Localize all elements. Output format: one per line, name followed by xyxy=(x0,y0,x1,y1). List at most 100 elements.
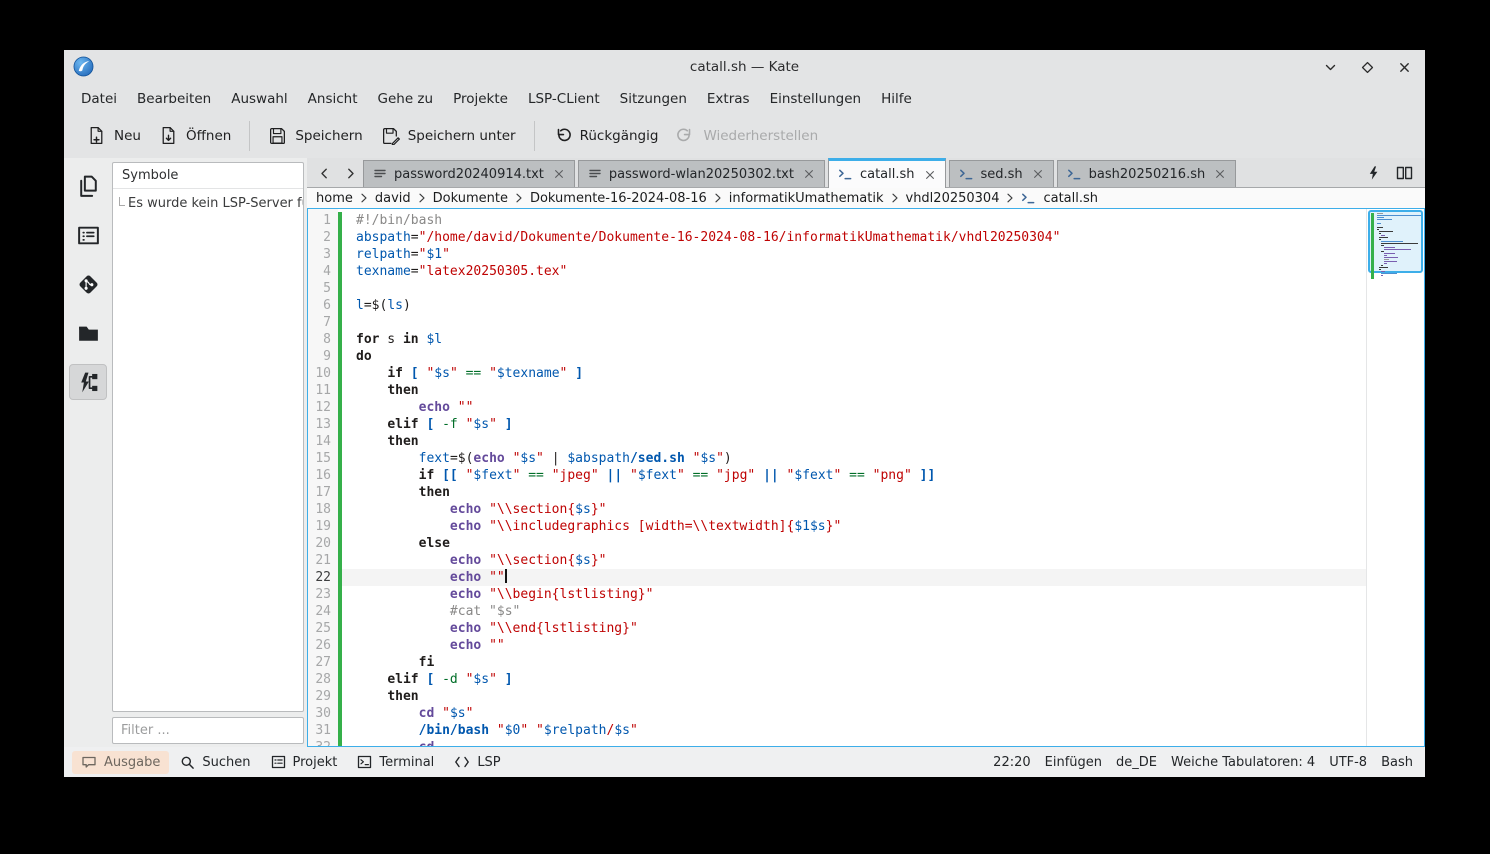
code-line-32[interactable]: cd xyxy=(342,739,1366,746)
code-line-31[interactable]: /bin/bash "$0" "$relpath/$s" xyxy=(342,722,1366,739)
code-line-6[interactable]: l=$(ls) xyxy=(342,297,1366,314)
code-line-28[interactable]: elif [ -d "$s" ] xyxy=(342,671,1366,688)
code-line-19[interactable]: echo "\\includegraphics [width=\\textwid… xyxy=(342,518,1366,535)
minimize-icon[interactable] xyxy=(1324,61,1337,74)
statusbar-tab-mode[interactable]: Weiche Tabulatoren: 4 xyxy=(1171,755,1315,770)
sidebar-tool-lsp-symbols-icon[interactable] xyxy=(69,364,107,400)
code-line-8[interactable]: for s in $l xyxy=(342,331,1366,348)
breadcrumb-item-catall-sh[interactable]: catall.sh xyxy=(1043,191,1098,206)
code-line-18[interactable]: echo "\\section{$s}" xyxy=(342,501,1366,518)
speichern-button[interactable]: Speichern xyxy=(259,120,371,151)
code-line-22[interactable]: echo "" xyxy=(342,569,1366,586)
code-line-14[interactable]: then xyxy=(342,433,1366,450)
breadcrumb-item-david[interactable]: david xyxy=(375,191,411,206)
menu-auswahl[interactable]: Auswahl xyxy=(221,87,297,111)
menu-lsp-client[interactable]: LSP-CLient xyxy=(518,87,610,111)
statusbar-dictionary[interactable]: de_DE xyxy=(1116,755,1157,770)
code-line-2[interactable]: abspath="/home/david/Dokumente/Dokumente… xyxy=(342,229,1366,246)
code-line-26[interactable]: echo "" xyxy=(342,637,1366,654)
speichern-unter-button[interactable]: Speichern unter xyxy=(372,120,525,151)
close-tab-icon[interactable] xyxy=(1032,168,1044,180)
code-line-3[interactable]: relpath="$1" xyxy=(342,246,1366,263)
tab-sed-sh[interactable]: sed.sh xyxy=(948,160,1054,187)
breadcrumb-item-vhdl20250304[interactable]: vhdl20250304 xyxy=(906,191,1000,206)
minimap-scrollbar[interactable] xyxy=(1366,209,1424,746)
quick-open-icon[interactable] xyxy=(1367,165,1380,181)
maximize-icon[interactable] xyxy=(1361,61,1374,74)
menu-projekte[interactable]: Projekte xyxy=(443,87,518,111)
tab-bash20250216-sh[interactable]: bash20250216.sh xyxy=(1056,160,1237,187)
code-line-21[interactable]: echo "\\section{$s}" xyxy=(342,552,1366,569)
statusbar-cursor-position[interactable]: 22:20 xyxy=(993,755,1030,770)
statusbar-view-terminal[interactable]: Terminal xyxy=(348,751,443,774)
menu-ansicht[interactable]: Ansicht xyxy=(298,87,368,111)
sidebar-tool-documents-icon[interactable] xyxy=(69,168,107,204)
toolbar-button-label: Rückgängig xyxy=(579,127,659,144)
line-number: 26 xyxy=(315,638,331,653)
breadcrumb-item-informatikumathematik[interactable]: informatikUmathematik xyxy=(729,191,884,206)
symbols-filter-input[interactable] xyxy=(112,717,304,744)
menu-extras[interactable]: Extras xyxy=(697,87,760,111)
code-line-5[interactable] xyxy=(342,280,1366,297)
code-line-12[interactable]: echo "" xyxy=(342,399,1366,416)
menu-datei[interactable]: Datei xyxy=(71,87,127,111)
menu-einstellungen[interactable]: Einstellungen xyxy=(760,87,872,111)
code-line-25[interactable]: echo "\\end{lstlisting}" xyxy=(342,620,1366,637)
statusbar-highlighting-mode[interactable]: Bash xyxy=(1381,755,1413,770)
code-line-10[interactable]: if [ "$s" == "$texname" ] xyxy=(342,365,1366,382)
close-icon[interactable] xyxy=(1398,61,1411,74)
code-line-20[interactable]: else xyxy=(342,535,1366,552)
statusbar-view-lsp[interactable]: LSP xyxy=(445,751,509,774)
titlebar: catall.sh — Kate xyxy=(64,50,1425,84)
code-line-29[interactable]: then xyxy=(342,688,1366,705)
code-line-9[interactable]: do xyxy=(342,348,1366,365)
code-line-16[interactable]: if [[ "$fext" == "jpeg" || "$fext" == "j… xyxy=(342,467,1366,484)
code-line-24[interactable]: #cat "$s" xyxy=(342,603,1366,620)
r-ckg-ngig-button[interactable]: Rückgängig xyxy=(544,120,668,151)
code-line-4[interactable]: texname="latex20250305.tex" xyxy=(342,263,1366,280)
statusbar-view-projekt[interactable]: Projekt xyxy=(262,751,347,774)
code-editor[interactable]: 1 2 3 4 5 6 7 8 9 10 11 12 13 14 15 16 17 18 19 20 21 22 23 24 2… xyxy=(307,208,1425,747)
tab-catall-sh[interactable]: catall.sh xyxy=(827,158,946,188)
menu-bearbeiten[interactable]: Bearbeiten xyxy=(127,87,221,111)
breadcrumb-item-dokumente-16-2024-08-16[interactable]: Dokumente-16-2024-08-16 xyxy=(530,191,707,206)
statusbar-view-ausgabe[interactable]: Ausgabe xyxy=(72,750,170,774)
code-line-17[interactable]: then xyxy=(342,484,1366,501)
ffnen-button[interactable]: Öffnen xyxy=(150,120,240,151)
code-pane[interactable]: #!/bin/bash abspath="/home/david/Dokument… xyxy=(342,209,1366,746)
statusbar-encoding[interactable]: UTF-8 xyxy=(1329,755,1367,770)
code-line-13[interactable]: elif [ -f "$s" ] xyxy=(342,416,1366,433)
code-line-23[interactable]: echo "\\begin{lstlisting}" xyxy=(342,586,1366,603)
code-line-30[interactable]: cd "$s" xyxy=(342,705,1366,722)
tab-password20240914-txt[interactable]: password20240914.txt xyxy=(363,160,575,187)
menu-hilfe[interactable]: Hilfe xyxy=(871,87,922,111)
tab-label: bash20250216.sh xyxy=(1088,166,1206,182)
toolbar-button-label: Speichern unter xyxy=(407,127,516,144)
tabbar: password20240914.txt password-wlan2025030… xyxy=(307,158,1425,188)
statusbar-insert-mode[interactable]: Einfügen xyxy=(1045,755,1102,770)
code-line-11[interactable]: then xyxy=(342,382,1366,399)
tab-history-back[interactable] xyxy=(311,159,337,187)
breadcrumb-item-dokumente[interactable]: Dokumente xyxy=(433,191,508,206)
tab-history-forward[interactable] xyxy=(337,159,363,187)
sidebar-tool-symbol-list-icon[interactable] xyxy=(69,217,107,253)
close-tab-icon[interactable] xyxy=(553,168,565,180)
code-line-1[interactable]: #!/bin/bash xyxy=(342,212,1366,229)
menu-sitzungen[interactable]: Sitzungen xyxy=(610,87,697,111)
breadcrumb-item-home[interactable]: home xyxy=(316,191,353,206)
line-number: 17 xyxy=(315,485,331,500)
sidebar-tool-folder-icon[interactable] xyxy=(69,315,107,351)
neu-button[interactable]: Neu xyxy=(78,120,150,151)
split-view-icon[interactable] xyxy=(1396,166,1413,180)
close-tab-icon[interactable] xyxy=(924,169,936,181)
code-line-7[interactable] xyxy=(342,314,1366,331)
sidebar-tool-git-icon[interactable] xyxy=(69,266,107,302)
tab-password-wlan20250302-txt[interactable]: password-wlan20250302.txt xyxy=(577,160,825,187)
statusbar-view-suchen[interactable]: Suchen xyxy=(171,751,259,774)
code-line-15[interactable]: fext=$(echo "$s" | $abspath/sed.sh "$s") xyxy=(342,450,1366,467)
menu-gehe-zu[interactable]: Gehe zu xyxy=(368,87,444,111)
symbols-panel-box: Symbole Es wurde kein LSP-Server fü... xyxy=(112,162,304,712)
close-tab-icon[interactable] xyxy=(803,168,815,180)
close-tab-icon[interactable] xyxy=(1214,168,1226,180)
code-line-27[interactable]: fi xyxy=(342,654,1366,671)
